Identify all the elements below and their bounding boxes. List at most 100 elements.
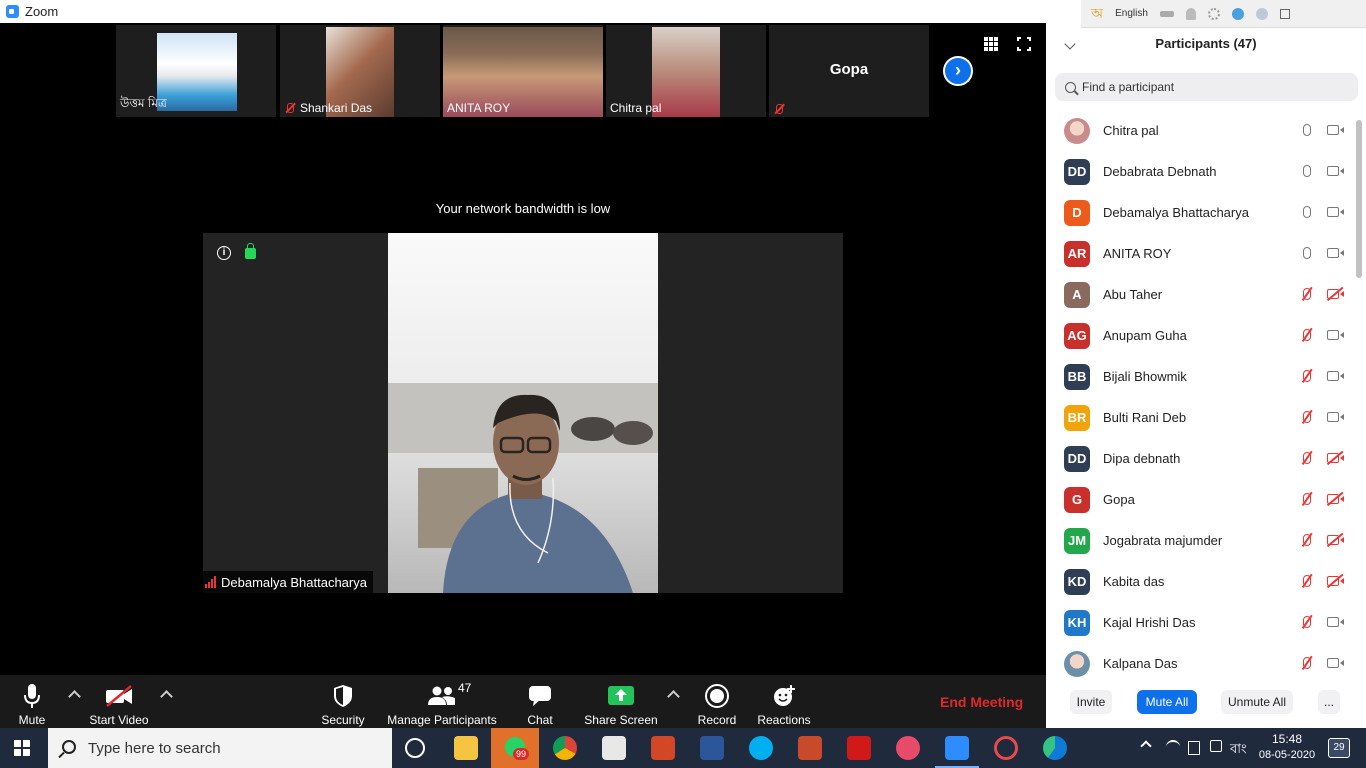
video-camera-icon[interactable] <box>1327 617 1344 627</box>
reactions-button[interactable]: Reactions <box>756 681 812 727</box>
video-thumbnail[interactable]: Gopa <box>769 25 929 117</box>
participant-row[interactable]: DD Debabrata Debnath <box>1055 151 1353 192</box>
muted-microphone-icon[interactable] <box>1303 493 1311 505</box>
volume-icon[interactable] <box>1210 740 1222 752</box>
file-explorer-icon[interactable] <box>454 736 478 760</box>
audio-options-chevron-up-icon[interactable] <box>69 689 79 699</box>
video-camera-icon[interactable] <box>1327 125 1344 135</box>
gallery-view-icon[interactable] <box>984 37 998 51</box>
participant-row[interactable]: JM Jogabrata majumder <box>1055 520 1353 561</box>
muted-microphone-icon[interactable] <box>1303 452 1311 464</box>
app-icon[interactable] <box>994 736 1018 760</box>
start-video-button[interactable]: Start Video <box>88 681 150 727</box>
windows-start-icon[interactable] <box>14 740 30 756</box>
video-off-icon[interactable] <box>1327 535 1344 545</box>
keyboard-icon[interactable] <box>1159 10 1174 17</box>
participant-row[interactable]: D Debamalya Bhattacharya <box>1055 192 1353 233</box>
video-camera-icon[interactable] <box>1327 207 1344 217</box>
zoom-app-icon[interactable] <box>935 736 979 768</box>
video-thumbnail[interactable]: উত্তম মিত্র <box>116 25 276 117</box>
battery-icon[interactable] <box>1188 741 1200 755</box>
clock-date[interactable]: 08-05-2020 <box>1251 749 1323 761</box>
participant-search-input[interactable]: Find a participant <box>1055 73 1358 101</box>
task-view-icon[interactable] <box>405 738 425 758</box>
more-options-button[interactable]: ... <box>1318 690 1340 714</box>
video-camera-icon[interactable] <box>1327 658 1344 668</box>
video-off-icon[interactable] <box>1327 453 1344 463</box>
skype-icon[interactable] <box>749 736 773 760</box>
encryption-lock-icon[interactable] <box>245 243 256 259</box>
clock-time[interactable]: 15:48 <box>1261 732 1313 746</box>
notifications-badge[interactable]: 29 <box>1328 738 1350 758</box>
calculator-icon[interactable] <box>602 736 626 760</box>
share-options-chevron-up-icon[interactable] <box>668 689 678 699</box>
bangla-keyboard-icon[interactable]: অ <box>1091 2 1103 26</box>
chat-button[interactable]: Chat <box>520 681 560 727</box>
paint-app-icon[interactable] <box>896 736 920 760</box>
next-page-button[interactable]: › <box>943 56 973 86</box>
trophy-icon[interactable] <box>1185 7 1196 20</box>
microphone-icon[interactable] <box>1303 206 1311 218</box>
unmute-all-button[interactable]: Unmute All <box>1221 690 1293 714</box>
settings-gear-icon[interactable] <box>1207 7 1220 20</box>
muted-microphone-icon[interactable] <box>1303 411 1311 423</box>
word-icon[interactable] <box>700 736 724 760</box>
help-icon[interactable] <box>1255 7 1268 20</box>
video-off-icon[interactable] <box>1327 289 1344 299</box>
participant-row[interactable]: AG Anupam Guha <box>1055 315 1353 356</box>
security-button[interactable]: Security <box>318 681 368 727</box>
meeting-info-icon[interactable]: i <box>217 246 231 260</box>
participants-scrollbar[interactable] <box>1356 120 1362 278</box>
participant-row[interactable]: AR ANITA ROY <box>1055 233 1353 274</box>
muted-microphone-icon[interactable] <box>1303 370 1311 382</box>
wifi-icon[interactable] <box>1166 740 1180 754</box>
bangla-keyboard-app-icon[interactable] <box>798 736 822 760</box>
input-language[interactable]: বাং <box>1230 740 1247 761</box>
mute-button[interactable]: Mute <box>12 681 52 727</box>
record-button[interactable]: Record <box>695 681 739 727</box>
microphone-icon[interactable] <box>1303 247 1311 259</box>
mute-all-button[interactable]: Mute All <box>1137 690 1197 714</box>
edge-icon[interactable] <box>1043 736 1067 760</box>
manage-participants-button[interactable]: 47 Manage Participants <box>386 681 498 727</box>
chrome-icon[interactable] <box>553 736 577 760</box>
language-indicator[interactable]: English <box>1115 8 1148 19</box>
browser-icon[interactable] <box>1231 7 1244 20</box>
video-off-icon[interactable] <box>1327 576 1344 586</box>
video-options-chevron-up-icon[interactable] <box>161 689 171 699</box>
video-thumbnail[interactable]: Chitra pal <box>606 25 766 117</box>
show-hidden-icons-chevron-icon[interactable] <box>1140 740 1152 752</box>
end-meeting-button[interactable]: End Meeting <box>940 694 1023 710</box>
whatsapp-app-icon[interactable]: 99 <box>491 728 539 768</box>
microphone-icon[interactable] <box>1303 165 1311 177</box>
participant-row[interactable]: BB Bijali Bhowmik <box>1055 356 1353 397</box>
participant-row[interactable]: KD Kabita das <box>1055 561 1353 602</box>
muted-microphone-icon[interactable] <box>1303 657 1311 669</box>
restore-window-icon[interactable] <box>1279 8 1290 19</box>
invite-button[interactable]: Invite <box>1070 690 1112 714</box>
participant-row[interactable]: KH Kajal Hrishi Das <box>1055 602 1353 643</box>
video-camera-icon[interactable] <box>1327 248 1344 258</box>
video-thumbnail[interactable]: Shankari Das <box>280 25 440 117</box>
taskbar-search-input[interactable]: Type here to search <box>48 728 392 768</box>
participant-row[interactable]: Kalpana Das <box>1055 643 1353 684</box>
participant-row[interactable]: G Gopa <box>1055 479 1353 520</box>
video-camera-icon[interactable] <box>1327 371 1344 381</box>
share-screen-button[interactable]: Share Screen <box>584 681 658 727</box>
participant-row[interactable]: A Abu Taher <box>1055 274 1353 315</box>
microphone-icon[interactable] <box>1303 124 1311 136</box>
muted-microphone-icon[interactable] <box>1303 329 1311 341</box>
participant-row[interactable]: Chitra pal <box>1055 110 1353 151</box>
video-thumbnail[interactable]: ANITA ROY <box>443 25 603 117</box>
participant-row[interactable]: DD Dipa debnath <box>1055 438 1353 479</box>
muted-microphone-icon[interactable] <box>1303 534 1311 546</box>
muted-microphone-icon[interactable] <box>1303 575 1311 587</box>
fullscreen-icon[interactable] <box>1017 37 1031 51</box>
video-off-icon[interactable] <box>1327 494 1344 504</box>
video-camera-icon[interactable] <box>1327 412 1344 422</box>
muted-microphone-icon[interactable] <box>1303 288 1311 300</box>
video-camera-icon[interactable] <box>1327 166 1344 176</box>
participant-row[interactable]: BR Bulti Rani Deb <box>1055 397 1353 438</box>
powerpoint-icon[interactable] <box>651 736 675 760</box>
adobe-reader-icon[interactable] <box>847 736 871 760</box>
